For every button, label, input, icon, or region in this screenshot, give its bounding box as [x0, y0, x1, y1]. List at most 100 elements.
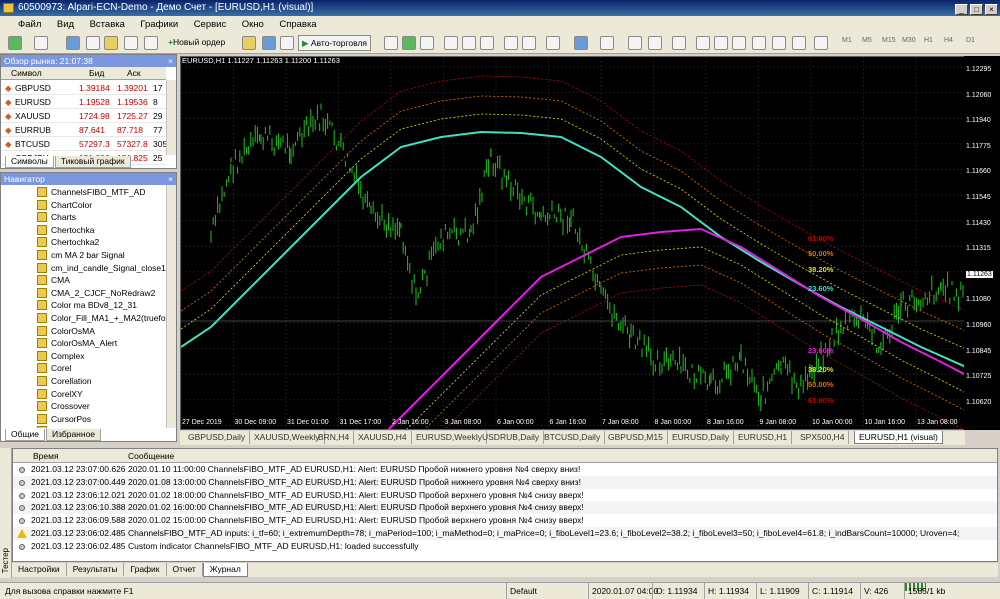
navigator-item[interactable]: ChannelsFIBO_MTF_AD — [37, 186, 145, 199]
col-ask[interactable]: Аск — [127, 68, 141, 78]
navigator-item[interactable]: Color_Fill_MA1_+_MA2(truefor — [37, 312, 166, 325]
fibo-icon[interactable] — [752, 36, 766, 50]
col-message[interactable]: Сообщение — [128, 449, 174, 463]
horizontal-line-icon[interactable] — [696, 36, 710, 50]
tab-tick-chart[interactable]: Тиковый график — [54, 156, 131, 168]
tf-m1[interactable]: M1 — [842, 37, 852, 44]
chart-shift-icon[interactable] — [522, 36, 536, 50]
data-window-icon[interactable] — [86, 36, 100, 50]
profiles-icon[interactable] — [34, 36, 48, 50]
symbol-tab[interactable]: EURUSD,H1 (visual) — [854, 431, 943, 444]
close-icon[interactable]: × — [168, 173, 173, 185]
navigator-item[interactable]: Corel — [37, 362, 71, 375]
menu-view[interactable]: Вид — [57, 17, 74, 33]
symbol-tab[interactable]: GBPUSD,M15 — [604, 431, 668, 444]
navigator-item[interactable]: Corellation — [37, 375, 92, 388]
minimize-button[interactable]: _ — [955, 4, 968, 15]
market-watch-icon[interactable] — [66, 36, 80, 50]
price-chart[interactable] — [181, 57, 965, 430]
navigator-item[interactable]: cm_ind_candle_Signal_close1 — [37, 262, 166, 275]
tab-favorites[interactable]: Избранное — [45, 429, 102, 441]
col-symbol[interactable]: Символ — [11, 68, 42, 78]
market-watch-row[interactable]: ◆ BTCUSD 57297.3 57327.8 305 — [1, 137, 167, 151]
indicators-icon[interactable] — [546, 36, 560, 50]
navigator-item[interactable]: CMA — [37, 274, 70, 287]
tab-report[interactable]: Отчет — [167, 563, 203, 576]
navigator-item[interactable]: Complex — [37, 350, 85, 363]
symbol-tab[interactable]: BTCUSD,Daily — [540, 431, 606, 444]
maximize-button[interactable]: □ — [970, 4, 983, 15]
journal-row[interactable]: 2021.03.12 23:06:12.021 2020.01.02 18:00:… — [13, 489, 997, 502]
crosshair-icon[interactable] — [648, 36, 662, 50]
tile-windows-icon[interactable] — [480, 36, 494, 50]
journal-row[interactable]: 2021.03.12 23:06:09.588 2020.01.02 15:00:… — [13, 514, 997, 527]
symbol-tab[interactable]: SPX500,H4 — [796, 431, 850, 444]
close-button[interactable]: × — [985, 4, 998, 15]
col-bid[interactable]: Бид — [89, 68, 104, 78]
candles-icon[interactable] — [402, 36, 416, 50]
new-order-button[interactable]: +Новый ордер — [168, 35, 225, 51]
close-icon[interactable]: × — [168, 55, 173, 67]
channel-icon[interactable] — [732, 36, 746, 50]
market-watch-row[interactable]: ◆ XAUUSD 1724.98 1725.27 29 — [1, 109, 166, 123]
navigator-icon[interactable] — [104, 36, 118, 50]
navigator-item[interactable]: CMA_2_CJCF_NoRedraw2 — [37, 287, 155, 300]
market-watch-row[interactable]: ◆ EURRUB 87.641 87.718 77 — [1, 123, 166, 137]
tf-h4[interactable]: H4 — [944, 37, 953, 44]
navigator-item[interactable]: cm MA 2 bar Signal — [37, 249, 125, 262]
symbol-tab[interactable]: XAUUSD,H4 — [354, 431, 412, 444]
tab-graph[interactable]: График — [124, 563, 167, 576]
price-axis[interactable]: 1.12295 1.12060 1.11940 1.11775 1.11660 1.115… — [964, 56, 1000, 430]
periods-icon[interactable] — [574, 36, 588, 50]
symbol-tab[interactable]: EURUSD,Weekly — [412, 431, 487, 444]
menu-file[interactable]: Файл — [18, 17, 41, 33]
autotrading-button[interactable]: ▶ Авто-торговля — [298, 35, 372, 51]
terminal-icon[interactable] — [124, 36, 138, 50]
tf-m15[interactable]: M15 — [882, 37, 896, 44]
navigator-item[interactable]: ColorOsMA — [37, 325, 95, 338]
navigator-item[interactable]: Chertochka — [37, 224, 94, 237]
tf-d1[interactable]: D1 — [966, 37, 975, 44]
text-icon[interactable] — [772, 36, 786, 50]
tester-icon[interactable] — [144, 36, 158, 50]
navigator-item[interactable]: Color ma BDv8_12_31 — [37, 299, 137, 312]
symbol-tab[interactable]: USDRUB,Daily — [478, 431, 545, 444]
chart-area[interactable] — [180, 56, 965, 430]
journal-row[interactable]: 2021.03.12 23:07:00.626 2020.01.10 11:00:… — [13, 463, 997, 476]
cursor-icon[interactable] — [628, 36, 642, 50]
metaeditor-icon[interactable] — [242, 36, 256, 50]
tab-symbols[interactable]: Символы — [5, 156, 54, 168]
navigator-item[interactable]: Chertochka2 — [37, 236, 99, 249]
journal-row[interactable]: 2021.03.12 23:06:10.388 2020.01.02 16:00:… — [13, 501, 997, 515]
menu-help[interactable]: Справка — [279, 17, 316, 33]
vertical-line-icon[interactable] — [672, 36, 686, 50]
label-icon[interactable] — [792, 36, 806, 50]
market-watch-scrollbar[interactable] — [166, 80, 176, 155]
tab-results[interactable]: Результаты — [67, 563, 125, 576]
tab-common[interactable]: Общие — [5, 429, 45, 441]
bar-chart-icon[interactable] — [384, 36, 398, 50]
trendline-icon[interactable] — [714, 36, 728, 50]
navigator-item[interactable]: ColorOsMA_Alert — [37, 337, 117, 350]
market-watch-row[interactable]: ◆ EURUSD 1.19528 1.19536 8 — [1, 95, 166, 109]
globe-icon[interactable] — [280, 36, 294, 50]
symbol-tab[interactable]: EURUSD,Daily — [668, 431, 735, 444]
tab-settings[interactable]: Настройки — [12, 563, 67, 576]
menu-tools[interactable]: Сервис — [194, 17, 227, 33]
tf-h1[interactable]: H1 — [924, 37, 933, 44]
navigator-item[interactable]: Custom Moving Averages — [37, 425, 148, 428]
arrows-icon[interactable] — [814, 36, 828, 50]
navigator-item[interactable]: Charts — [37, 211, 76, 224]
zoom-out-icon[interactable] — [462, 36, 476, 50]
zoom-in-icon[interactable] — [444, 36, 458, 50]
tab-journal[interactable]: Журнал — [202, 563, 248, 577]
menu-charts[interactable]: Графики — [140, 17, 178, 33]
navigator-item[interactable]: Crossover — [37, 400, 90, 413]
navigator-scrollbar[interactable] — [166, 185, 176, 428]
menu-insert[interactable]: Вставка — [90, 17, 125, 33]
navigator-item[interactable]: ChartColor — [37, 199, 92, 212]
market-watch-row[interactable]: ◆ GBPUSD 1.39184 1.39201 17 — [1, 81, 166, 95]
templates-icon[interactable] — [600, 36, 614, 50]
journal-row[interactable]: 2021.03.12 23:06:02.485 Custom indicator … — [13, 540, 997, 553]
new-chart-icon[interactable] — [8, 36, 22, 50]
